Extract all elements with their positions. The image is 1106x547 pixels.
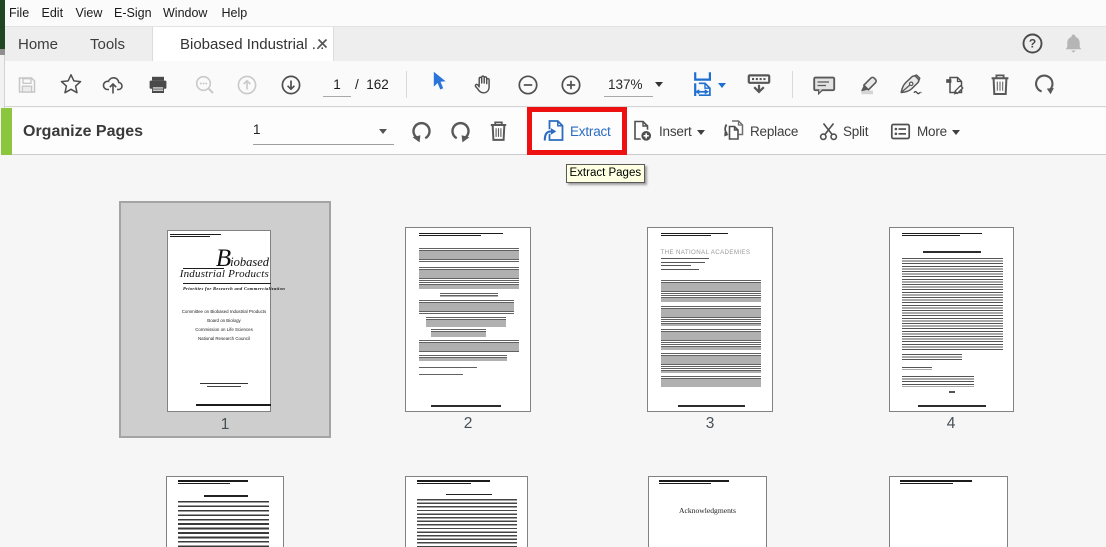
svg-text:?: ? (1029, 37, 1036, 51)
